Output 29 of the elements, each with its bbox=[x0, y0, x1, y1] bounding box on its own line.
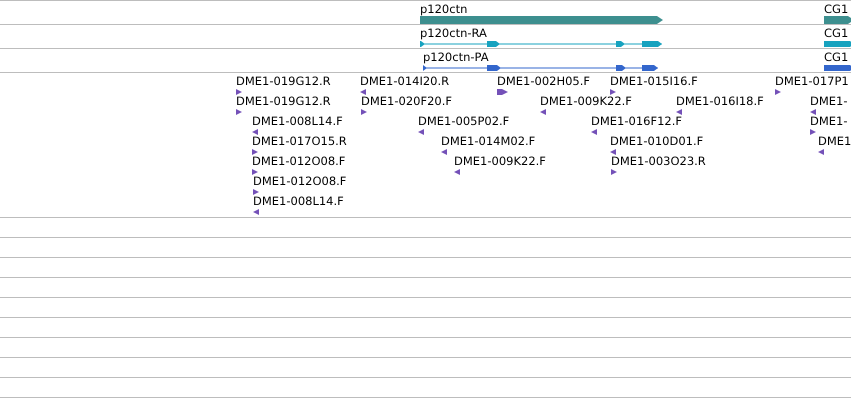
feature-label: DME1-012O08.F bbox=[253, 174, 346, 188]
feature-label: DME1-014I20.R bbox=[360, 74, 450, 88]
transcript-label: CG1 bbox=[824, 26, 848, 40]
transcript-label: CG1 bbox=[824, 50, 848, 64]
feature-label: DME1-008L14.F bbox=[253, 194, 344, 208]
feature-label: DME1-015I16.F bbox=[610, 74, 698, 88]
feature-label: DME1-016F12.F bbox=[591, 114, 682, 128]
feature-label: DME1-005P02.F bbox=[418, 114, 510, 128]
feature-label: DME1-016I18.F bbox=[676, 94, 764, 108]
feature-label: DME1-014M02.F bbox=[441, 134, 536, 148]
feature-label: DME1-012O08.F bbox=[252, 154, 346, 168]
transcript-label: p120ctn-RA bbox=[420, 26, 487, 40]
feature-label: DME1 bbox=[818, 134, 851, 148]
feature-label: DME1-009K22.F bbox=[540, 94, 632, 108]
feature-label: DME1-017P1 bbox=[775, 74, 849, 88]
feature-label: DME1-010D01.F bbox=[610, 134, 704, 148]
feature-label: DME1-020F20.F bbox=[361, 94, 452, 108]
feature-label: DME1- bbox=[810, 114, 848, 128]
transcript-label: p120ctn-PA bbox=[423, 50, 489, 64]
feature-label: DME1-019G12.R bbox=[236, 94, 331, 108]
feature-label: DME1- bbox=[810, 94, 848, 108]
feature-label: DME1-003O23.R bbox=[611, 154, 706, 168]
feature-label: DME1-019G12.R bbox=[236, 74, 331, 88]
feature-label: DME1-008L14.F bbox=[252, 114, 343, 128]
feature-label: DME1-002H05.F bbox=[497, 74, 590, 88]
gene-label: p120ctn bbox=[420, 2, 468, 16]
feature-label: DME1-009K22.F bbox=[454, 154, 546, 168]
gene-label: CG1 bbox=[824, 2, 848, 16]
feature-label: DME1-017O15.R bbox=[252, 134, 347, 148]
